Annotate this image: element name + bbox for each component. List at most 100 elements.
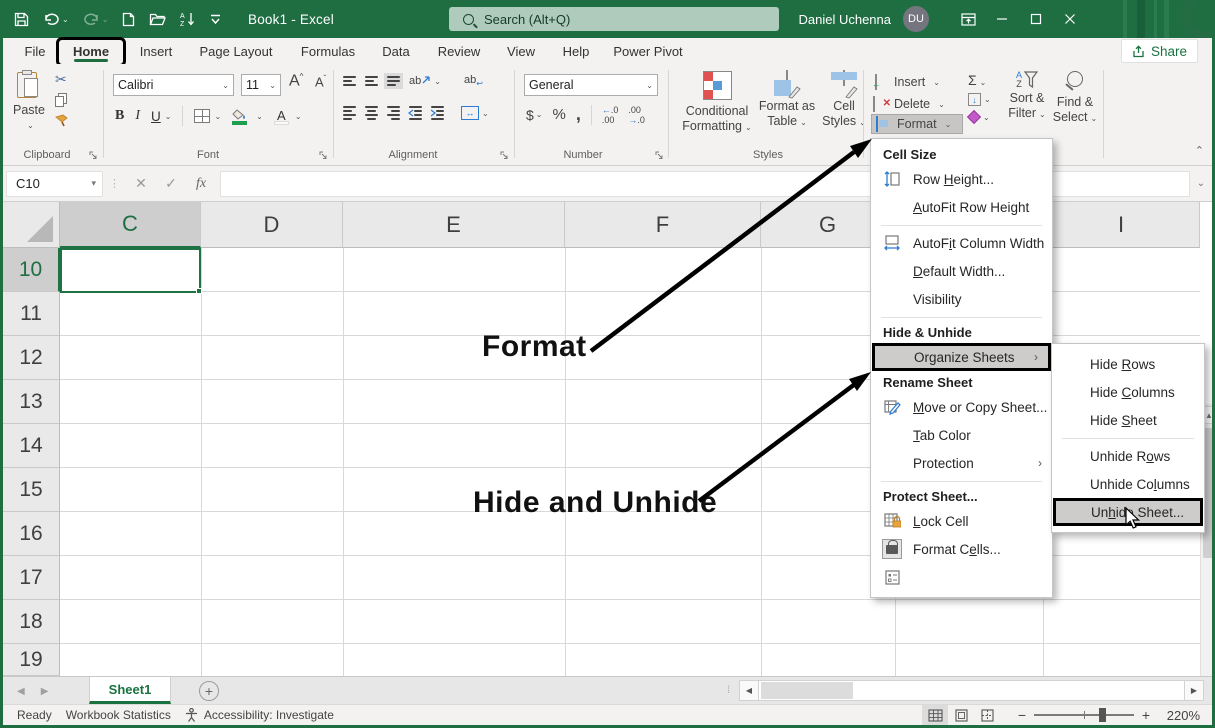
horizontal-scrollbar-track[interactable]: [759, 680, 1184, 701]
submenu-item-hide-rows[interactable]: Hide Rows: [1052, 350, 1204, 378]
menu-item-default-width[interactable]: Visibility: [871, 285, 1052, 313]
fill-color-icon[interactable]: [232, 107, 250, 125]
clear-icon[interactable]: ⌄: [968, 111, 991, 123]
tab-view[interactable]: View: [499, 38, 543, 64]
tab-review[interactable]: Review: [431, 38, 487, 64]
redo-icon[interactable]: ⌄: [83, 12, 109, 27]
minimize-button[interactable]: [985, 0, 1019, 38]
new-file-icon[interactable]: [122, 12, 135, 27]
format-as-table-button[interactable]: Format as Table⌄: [755, 71, 819, 130]
column-header-c[interactable]: C: [60, 202, 201, 248]
sort-az-icon[interactable]: AZ: [180, 11, 196, 27]
tab-split-grip[interactable]: ⁞: [727, 685, 731, 696]
fill-icon[interactable]: ↓⌄: [968, 93, 991, 106]
tab-insert[interactable]: Insert: [131, 38, 181, 64]
save-icon[interactable]: [14, 12, 29, 27]
bottom-align-icon[interactable]: [384, 73, 403, 89]
accounting-format-icon[interactable]: $: [526, 107, 534, 123]
top-align-icon[interactable]: [343, 76, 356, 86]
row-header-10[interactable]: 10: [3, 248, 60, 292]
merge-center-icon[interactable]: ↔: [461, 106, 479, 120]
borders-icon[interactable]: [194, 109, 210, 123]
clipboard-dialog-launcher[interactable]: [89, 151, 99, 161]
horizontal-scrollbar[interactable]: ⁞ ◀ ▶: [727, 680, 1204, 701]
menu-item-width[interactable]: AutoFit Column Width: [871, 229, 1052, 257]
number-dialog-launcher[interactable]: [655, 151, 665, 161]
row-header-18[interactable]: 18: [3, 600, 60, 644]
next-sheet-icon[interactable]: ▶: [41, 686, 49, 697]
percent-style-icon[interactable]: %: [553, 106, 566, 123]
comma-style-icon[interactable]: ,: [576, 104, 581, 125]
merge-center-chevron-icon[interactable]: ⌄: [482, 109, 489, 118]
autosum-icon[interactable]: Σ⌄: [968, 72, 991, 88]
format-cells-button[interactable]: Format⌄: [871, 114, 963, 134]
open-folder-icon[interactable]: [149, 12, 166, 26]
row-header-19[interactable]: 19: [3, 644, 60, 676]
italic-button[interactable]: I: [135, 108, 140, 124]
orientation-chevron-icon[interactable]: ⌄: [434, 77, 441, 86]
middle-align-icon[interactable]: [365, 76, 378, 86]
menu-item-hide-unhide[interactable]: Organize Sheets ›: [872, 343, 1051, 371]
column-header-e[interactable]: E: [343, 202, 565, 248]
redo-chevron-icon[interactable]: ⌄: [102, 15, 109, 24]
tab-formulas[interactable]: Formulas: [293, 38, 363, 64]
paste-button[interactable]: Paste ⌄: [13, 70, 45, 133]
zoom-level[interactable]: 220%: [1154, 708, 1200, 723]
ribbon-display-options-icon[interactable]: [951, 0, 985, 38]
cell-styles-button[interactable]: Cell Styles⌄: [821, 71, 867, 130]
submenu-item-unhide-sheet[interactable]: Unhide Sheet...: [1053, 498, 1203, 526]
submenu-item-unhide-rows[interactable]: Unhide Rows: [1052, 442, 1204, 470]
underline-button[interactable]: U: [151, 109, 161, 124]
bold-button[interactable]: B: [115, 108, 124, 124]
normal-view-button[interactable]: [922, 705, 948, 725]
borders-chevron-icon[interactable]: ⌄: [214, 112, 221, 121]
collapse-ribbon-icon[interactable]: ⌃: [1195, 144, 1204, 157]
increase-font-size-icon[interactable]: A^: [289, 72, 303, 90]
column-header-d[interactable]: D: [201, 202, 343, 248]
name-box[interactable]: C10 ▾: [6, 171, 103, 197]
formula-bar-grip[interactable]: ⋮: [109, 177, 120, 190]
row-header-13[interactable]: 13: [3, 380, 60, 424]
menu-item-move-copy-sheet[interactable]: Tab Color: [871, 421, 1052, 449]
decrease-indent-icon[interactable]: [409, 106, 422, 120]
search-box[interactable]: Search (Alt+Q): [449, 7, 779, 31]
zoom-slider[interactable]: [1034, 708, 1134, 722]
prev-sheet-icon[interactable]: ◀: [17, 686, 25, 697]
copy-icon[interactable]: [55, 93, 68, 107]
menu-item-lock-cell[interactable]: Format Cells...: [871, 535, 1052, 563]
font-color-chevron-icon[interactable]: ⌄: [295, 112, 302, 121]
insert-cells-button[interactable]: ← Insert⌄: [873, 72, 940, 92]
column-header-f[interactable]: F: [565, 202, 761, 248]
decrease-decimal-icon[interactable]: .00→.0: [628, 105, 645, 125]
row-header-17[interactable]: 17: [3, 556, 60, 600]
column-header-i[interactable]: I: [1043, 202, 1200, 248]
submenu-item-hide-columns[interactable]: Hide Columns: [1052, 378, 1204, 406]
page-break-view-button[interactable]: [974, 705, 1000, 725]
menu-item-protect-sheet[interactable]: Lock Cell: [871, 507, 1052, 535]
submenu-item-hide-sheet[interactable]: Hide Sheet: [1052, 406, 1204, 434]
number-format-combobox[interactable]: General⌄: [524, 74, 658, 96]
wrap-text-icon[interactable]: ab↩: [464, 74, 483, 88]
increase-decimal-icon[interactable]: ←.0.00: [602, 105, 619, 125]
format-painter-icon[interactable]: [55, 114, 69, 132]
tab-help[interactable]: Help: [555, 38, 597, 64]
active-cell-c10[interactable]: [60, 248, 201, 293]
page-layout-view-button[interactable]: [948, 705, 974, 725]
fill-handle[interactable]: [196, 288, 202, 294]
decrease-font-size-icon[interactable]: Aˇ: [315, 74, 326, 89]
maximize-button[interactable]: [1019, 0, 1053, 38]
menu-item-autofit-row-height[interactable]: AutoFit Row Height: [871, 193, 1052, 221]
zoom-in-icon[interactable]: +: [1138, 707, 1154, 723]
scroll-right-icon[interactable]: ▶: [1184, 680, 1204, 701]
horizontal-scrollbar-thumb[interactable]: [761, 682, 853, 699]
align-left-icon[interactable]: [343, 106, 356, 120]
enter-formula-icon[interactable]: ✓: [156, 175, 186, 192]
accounting-chevron-icon[interactable]: ⌄: [536, 110, 543, 119]
conditional-formatting-button[interactable]: Conditional Formatting⌄: [681, 71, 753, 135]
font-color-icon[interactable]: A: [274, 107, 289, 125]
accessibility-status[interactable]: Accessibility: Investigate: [185, 708, 334, 722]
row-header-12[interactable]: 12: [3, 336, 60, 380]
insert-function-icon[interactable]: fx: [186, 176, 216, 192]
delete-cells-button[interactable]: ✕ Delete⌄: [873, 94, 945, 114]
orientation-icon[interactable]: ab: [409, 75, 431, 87]
